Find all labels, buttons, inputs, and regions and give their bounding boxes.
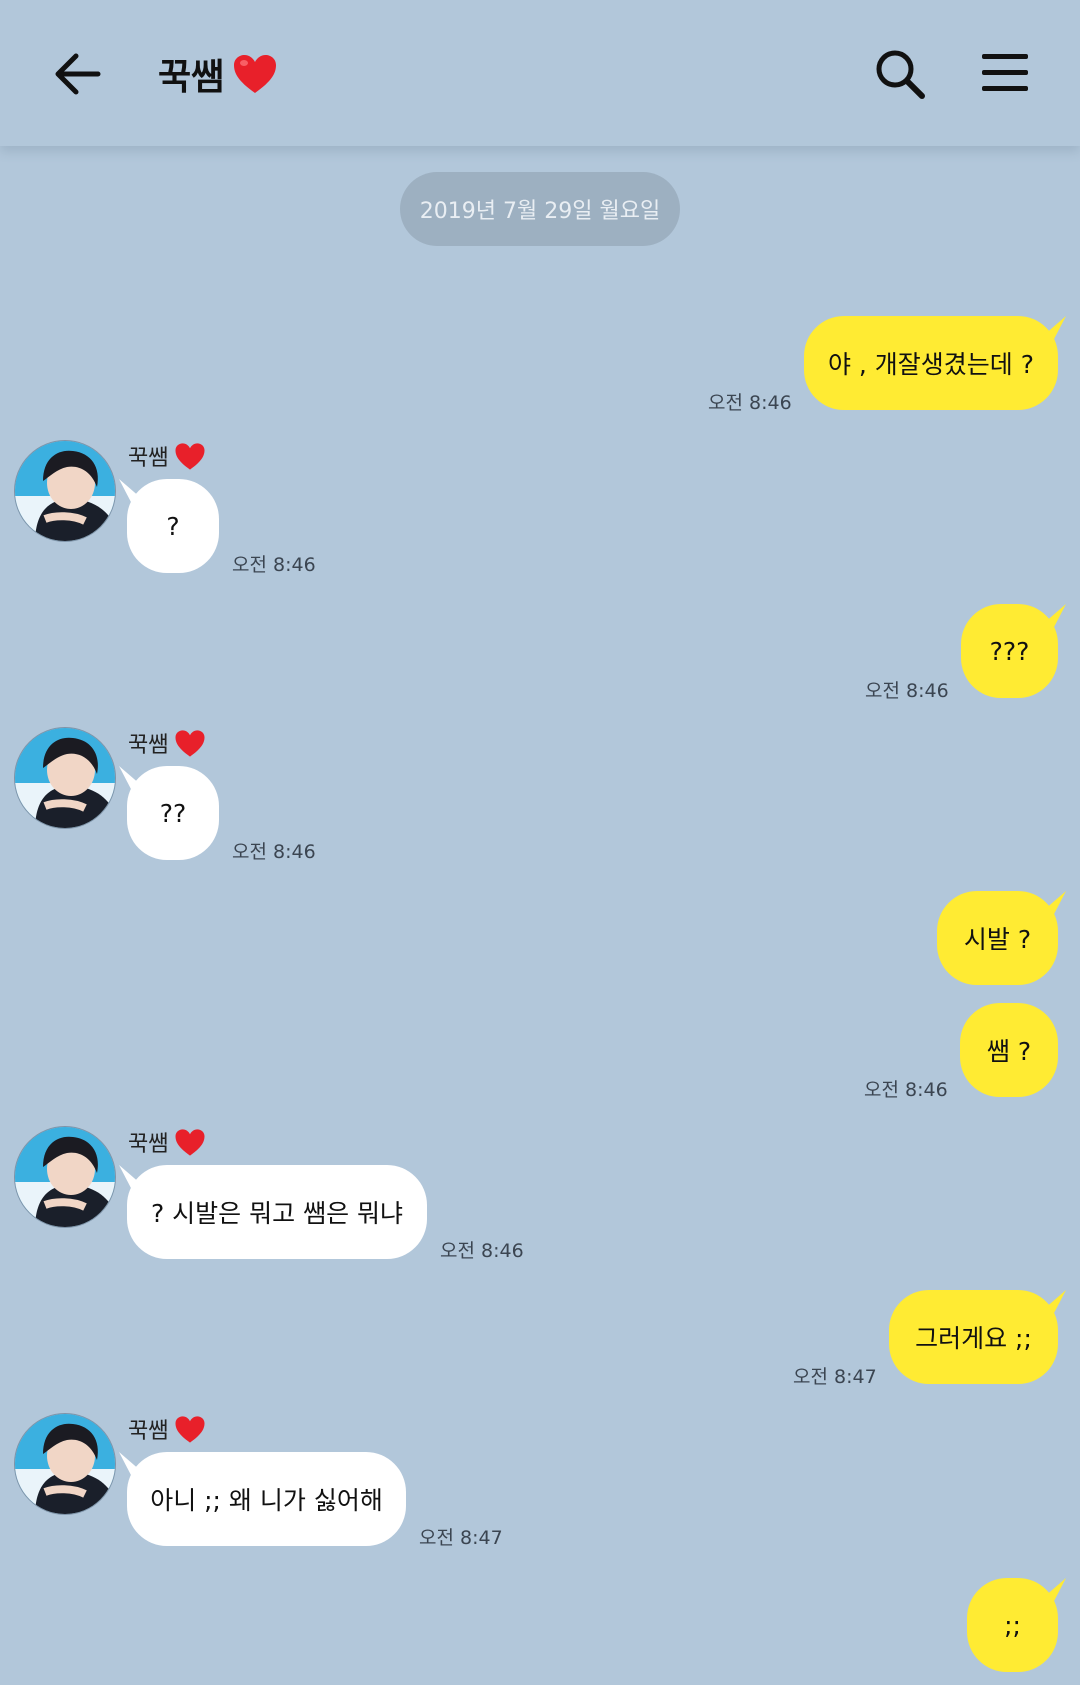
message-text: 쌤 ? (986, 1037, 1032, 1066)
my-message-bubble[interactable]: 그러게요 ;; (889, 1290, 1058, 1384)
avatar[interactable] (14, 1126, 116, 1228)
message-text: ;; (1004, 1610, 1021, 1640)
chat-title-text: 꾹쌤 (158, 57, 225, 98)
message-time: 오전 8:47 (793, 1366, 877, 1388)
search-button[interactable] (872, 46, 928, 102)
my-message-bubble[interactable]: 시발 ? (937, 891, 1058, 985)
date-divider: 2019년 7월 29일 월요일 (400, 172, 680, 246)
profile-photo (15, 1414, 115, 1514)
their-message-bubble[interactable]: ? (127, 479, 219, 573)
message-text: ? (166, 511, 180, 541)
profile-photo (15, 441, 115, 541)
chat-header: 꾹쌤 (0, 0, 1080, 146)
message-time: 오전 8:46 (865, 680, 949, 702)
their-message-bubble[interactable]: ?? (127, 766, 219, 860)
avatar[interactable] (14, 1413, 116, 1515)
profile-photo (15, 1127, 115, 1227)
arrow-left-icon (55, 53, 101, 95)
message-text: 야 , 개잘생겼는데 ? (827, 350, 1035, 379)
message-text: 그러게요 ;; (915, 1324, 1032, 1353)
my-message-bubble[interactable]: ;; (967, 1578, 1058, 1672)
heart-icon (175, 442, 205, 470)
heart-icon (234, 55, 277, 93)
avatar[interactable] (14, 727, 116, 829)
message-time: 오전 8:46 (232, 841, 316, 863)
my-message-bubble[interactable]: 야 , 개잘생겼는데 ? (804, 316, 1058, 410)
message-text: ? 시발은 뭐고 쌤은 뭐냐 (150, 1199, 404, 1228)
my-message-bubble[interactable]: ??? (961, 604, 1058, 698)
heart-icon (175, 729, 205, 757)
sender-name: 꾹쌤 (128, 725, 206, 761)
profile-photo (15, 728, 115, 828)
chat-title: 꾹쌤 (158, 48, 278, 100)
message-time: 오전 8:47 (419, 1527, 503, 1549)
sender-name: 꾹쌤 (128, 1124, 206, 1160)
search-icon (876, 50, 925, 99)
sender-name: 꾹쌤 (128, 1411, 206, 1447)
message-time: 오전 8:46 (708, 392, 792, 414)
message-time: 오전 8:46 (864, 1079, 948, 1101)
message-time: 오전 8:46 (232, 554, 316, 576)
avatar[interactable] (14, 440, 116, 542)
menu-button[interactable] (980, 50, 1030, 96)
message-text: 시발 ? (963, 925, 1032, 954)
message-time: 오전 8:46 (440, 1240, 524, 1262)
their-message-bubble[interactable]: 아니 ;; 왜 니가 싫어해 (127, 1452, 406, 1546)
message-text: ?? (159, 798, 187, 828)
back-button[interactable] (48, 44, 108, 104)
heart-icon (175, 1415, 205, 1443)
message-text: ??? (989, 636, 1030, 666)
hamburger-menu-icon (982, 54, 1028, 91)
my-message-bubble[interactable]: 쌤 ? (960, 1003, 1058, 1097)
their-message-bubble[interactable]: ? 시발은 뭐고 쌤은 뭐냐 (127, 1165, 427, 1259)
heart-icon (175, 1128, 205, 1156)
message-text: 아니 ;; 왜 니가 싫어해 (150, 1486, 383, 1515)
sender-name: 꾹쌤 (128, 438, 206, 474)
